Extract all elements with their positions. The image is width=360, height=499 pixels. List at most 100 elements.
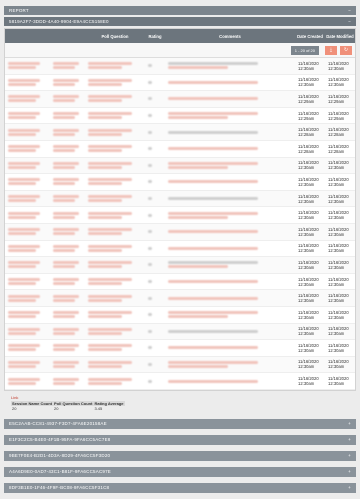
date-modified-cell: 11/16/2020 12:30am	[325, 277, 355, 287]
redacted-cell	[50, 194, 85, 203]
column-header[interactable]: Rating	[145, 34, 165, 39]
date-modified-cell: 11/16/2020 12:30am	[325, 210, 355, 220]
date-modified-time: 12:30am	[328, 347, 345, 353]
date-created-cell: 11/16/2020 12:30am	[295, 326, 325, 336]
redacted-cell	[85, 227, 145, 236]
collapse-icon[interactable]: −	[348, 6, 351, 15]
table-row[interactable]: 11/16/2020 12:29am 11/16/2020 12:29am	[5, 91, 355, 108]
date-created-time: 12:30am	[298, 264, 315, 270]
refresh-button[interactable]: ↻	[340, 45, 352, 55]
table-row[interactable]: 11/16/2020 12:30am 11/16/2020 12:30am	[5, 257, 355, 274]
redacted-cell	[145, 345, 165, 350]
date-created-cell: 11/16/2020 12:28am	[295, 127, 325, 137]
report-table-panel: Poll Question Rating Comments Date Creat…	[4, 28, 356, 391]
table-row[interactable]: 11/16/2020 12:30am 11/16/2020 12:30am	[5, 174, 355, 191]
expand-icon[interactable]: +	[348, 483, 351, 493]
table-row[interactable]: 11/16/2020 12:30am 11/16/2020 12:30am	[5, 241, 355, 258]
redacted-cell	[85, 294, 145, 303]
table-row[interactable]: 11/16/2020 12:30am 11/16/2020 12:30am	[5, 274, 355, 291]
date-modified-cell: 11/16/2020 12:30am	[325, 194, 355, 204]
session-bar[interactable]: 9BE7F0E4-B2D1-4D3A-8D29-4FA6CC5F3D20 +	[4, 450, 356, 461]
table-row[interactable]: 11/16/2020 12:30am 11/16/2020 12:30am	[5, 207, 355, 224]
redacted-cell	[165, 379, 295, 384]
summary-value: 20	[12, 405, 17, 411]
redacted-cell	[165, 161, 295, 170]
table-row[interactable]: 11/16/2020 12:30am 11/16/2020 12:30am	[5, 307, 355, 324]
redacted-cell	[50, 211, 85, 220]
redacted-cell	[50, 377, 85, 386]
redacted-cell	[5, 94, 50, 103]
expand-icon[interactable]: +	[348, 467, 351, 477]
date-modified-time: 12:29am	[328, 115, 345, 121]
session-bar[interactable]: E1F3C2C5-B4E0-4F1B-95FA-9FA6CC5AC7E8 +	[4, 434, 356, 445]
collapse-icon[interactable]: −	[348, 17, 351, 26]
summary-link[interactable]: Link	[11, 395, 356, 400]
date-created-cell: 11/16/2020 12:30am	[295, 310, 325, 320]
table-row[interactable]: 11/16/2020 12:30am 11/16/2020 12:30am	[5, 373, 355, 390]
date-created-cell: 11/16/2020 12:30am	[295, 260, 325, 270]
session-bar[interactable]: A4A6D9E0-0AD7-43C1-B81F-9FA6CC5AC97E +	[4, 466, 356, 477]
table-row[interactable]: 11/16/2020 12:30am 11/16/2020 12:30am	[5, 323, 355, 341]
expand-icon[interactable]: +	[348, 451, 351, 461]
redacted-cell	[145, 179, 165, 184]
redacted-cell	[5, 61, 50, 70]
column-header[interactable]: Comments	[165, 34, 295, 39]
table-row[interactable]: 11/16/2020 12:30am 11/16/2020 12:30am	[5, 75, 355, 92]
table-row[interactable]: 11/16/2020 12:30am 11/16/2020 12:30am	[5, 356, 355, 374]
date-modified-cell: 11/16/2020 12:29am	[325, 94, 355, 104]
redacted-cell	[50, 128, 85, 137]
table-row[interactable]: 11/16/2020 12:28am 11/16/2020 12:28am	[5, 141, 355, 158]
date-created-cell: 11/16/2020 12:30am	[295, 177, 325, 187]
redacted-cell	[165, 260, 295, 269]
session-title: A4A6D9E0-0AD7-43C1-B81F-9FA6CC5AC97E	[9, 468, 111, 474]
redacted-cell	[5, 244, 50, 253]
table-row[interactable]: 11/16/2020 12:28am 11/16/2020 12:28am	[5, 124, 355, 141]
session-bar[interactable]: E5C2AAB-CC81-4937-F3D7-4FA6E20158AE +	[4, 418, 356, 429]
session-title: 8DF3B1E0-1F46-4F9F-BC08-9FA6CC5F31C8	[9, 484, 110, 490]
redacted-cell	[50, 244, 85, 253]
date-created-time: 12:30am	[298, 248, 315, 254]
date-modified-time: 12:29am	[328, 98, 345, 104]
table-row[interactable]: 11/16/2020 12:30am 11/16/2020 12:30am	[5, 157, 355, 175]
redacted-cell	[50, 227, 85, 236]
summary-block: Link Session Name Count Poll Question Co…	[4, 395, 356, 411]
date-created-date: 11/16/2020	[298, 276, 319, 282]
redacted-cell	[165, 345, 295, 350]
redacted-cell	[165, 80, 295, 85]
table-row[interactable]: 11/16/2020 12:29am 11/16/2020 12:29am	[5, 108, 355, 125]
expand-icon[interactable]: +	[348, 435, 351, 445]
date-created-cell: 11/16/2020 12:30am	[295, 61, 325, 71]
date-created-cell: 11/16/2020 12:30am	[295, 243, 325, 253]
session-bar[interactable]: 8DF3B1E0-1F46-4F9F-BC08-9FA6CC5F31C8 +	[4, 482, 356, 493]
date-created-time: 12:30am	[298, 181, 315, 187]
date-created-time: 12:30am	[298, 331, 315, 337]
date-created-time: 12:30am	[298, 198, 315, 204]
date-modified-cell: 11/16/2020 12:30am	[325, 343, 355, 353]
table-row[interactable]: 11/16/2020 12:30am 11/16/2020 12:30am	[5, 58, 355, 75]
date-created-time: 12:30am	[298, 381, 315, 387]
date-created-time: 12:30am	[298, 65, 315, 71]
date-modified-cell: 11/16/2020 12:30am	[325, 326, 355, 336]
export-button[interactable]: ⤓	[325, 45, 337, 55]
report-section-bar[interactable]: REPORT −	[4, 6, 356, 15]
redacted-cell	[85, 377, 145, 386]
redacted-cell	[145, 329, 165, 334]
date-modified-time: 12:30am	[328, 82, 345, 88]
redacted-cell	[145, 80, 165, 85]
column-header[interactable]: Date Modified	[325, 34, 355, 39]
redacted-cell	[50, 277, 85, 286]
session-bar[interactable]: 5819A2F7-3DDD-4A40-9904-E9A4CC5158E0 −	[4, 17, 356, 26]
table-row[interactable]: 11/16/2020 12:30am 11/16/2020 12:30am	[5, 340, 355, 357]
table-row[interactable]: 11/16/2020 12:30am 11/16/2020 12:30am	[5, 290, 355, 307]
table-row[interactable]: 11/16/2020 12:30am 11/16/2020 12:30am	[5, 223, 355, 241]
redacted-cell	[165, 111, 295, 120]
redacted-cell	[145, 362, 165, 367]
redacted-cell	[85, 144, 145, 153]
table-body: 11/16/2020 12:30am 11/16/2020 12:30am 11/16/…	[5, 58, 355, 390]
expand-icon[interactable]: +	[348, 419, 351, 429]
redacted-cell	[5, 194, 50, 203]
table-row[interactable]: 11/16/2020 12:30am 11/16/2020 12:30am	[5, 190, 355, 208]
column-header[interactable]: Poll Question	[85, 34, 145, 39]
redacted-cell	[50, 111, 85, 120]
column-header[interactable]: Date Created	[295, 34, 325, 39]
